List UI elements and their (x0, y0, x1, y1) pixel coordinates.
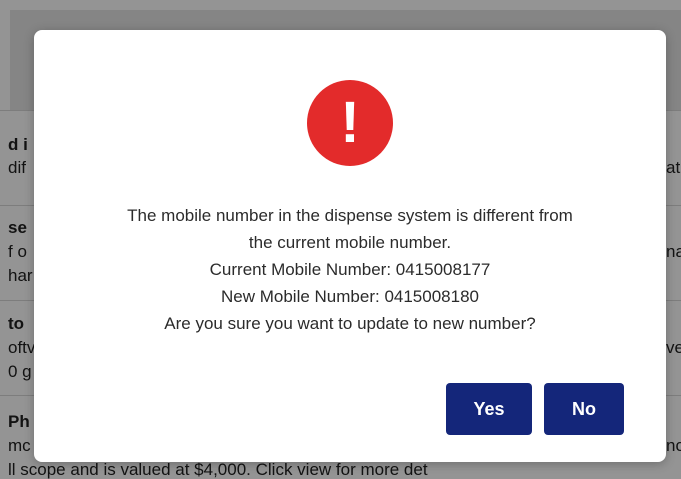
yes-button[interactable]: Yes (446, 383, 532, 435)
current-mobile-number: Current Mobile Number: 0415008177 (209, 260, 491, 279)
confirm-dialog: ! The mobile number in the dispense syst… (34, 30, 666, 462)
message-line: the current mobile number. (248, 233, 452, 252)
dialog-message: The mobile number in the dispense system… (54, 202, 646, 337)
dialog-actions: Yes No (446, 383, 624, 435)
screen: d i dif se f o har to oftv 0 g Ph mc ll … (0, 0, 681, 479)
no-button[interactable]: No (544, 383, 624, 435)
new-mobile-number: New Mobile Number: 0415008180 (221, 287, 479, 306)
alert-exclamation-icon: ! (307, 80, 393, 166)
message-line: The mobile number in the dispense system… (127, 206, 573, 225)
confirm-question: Are you sure you want to update to new n… (164, 314, 536, 333)
